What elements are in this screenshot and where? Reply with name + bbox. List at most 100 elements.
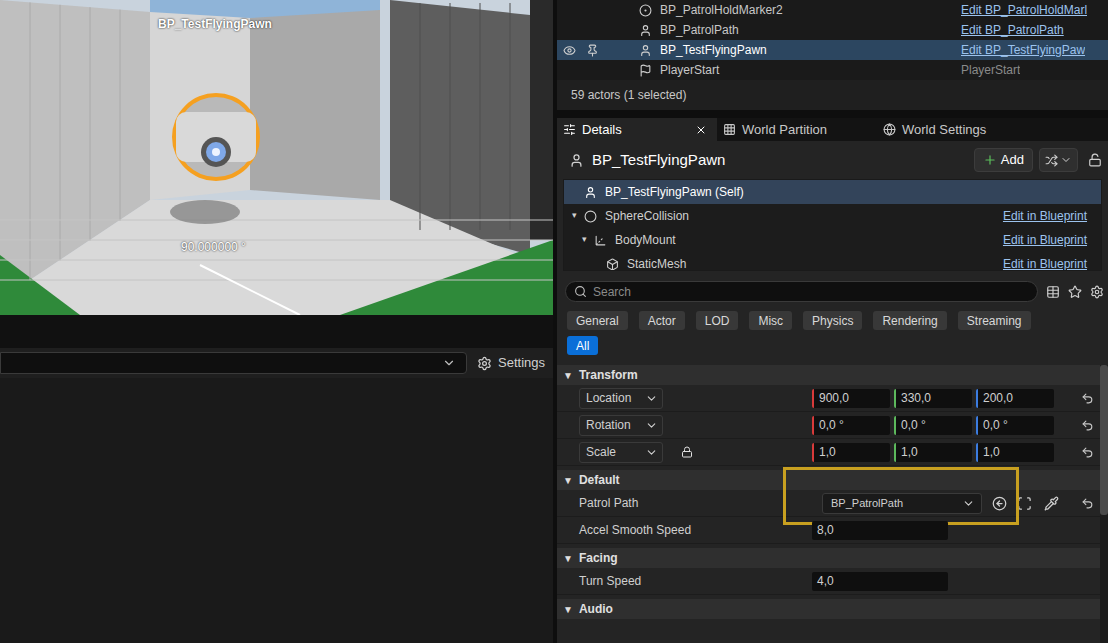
filter-chip[interactable]: Actor bbox=[639, 311, 685, 330]
property-label: Patrol Path bbox=[579, 494, 638, 512]
object-picker[interactable]: BP_PatrolPath bbox=[822, 493, 982, 514]
filter-chip[interactable]: All bbox=[567, 336, 598, 355]
component-row[interactable]: StaticMeshEdit in Blueprint bbox=[564, 252, 1101, 271]
number-field[interactable]: 4,0 bbox=[812, 572, 948, 591]
edit-in-blueprint-link[interactable]: Edit in Blueprint bbox=[1003, 255, 1087, 271]
transform-mode-dropdown[interactable]: Rotation bbox=[579, 415, 663, 436]
chevron-down-icon bbox=[442, 356, 456, 370]
edit-in-blueprint-link[interactable]: Edit in Blueprint bbox=[1003, 231, 1087, 249]
scrollbar[interactable] bbox=[1100, 365, 1108, 643]
search-icon bbox=[574, 285, 587, 298]
vector-field[interactable]: 0,0 ° bbox=[976, 416, 1054, 435]
component-icon bbox=[606, 258, 619, 271]
unlock-icon[interactable] bbox=[1088, 153, 1102, 167]
actor-icon bbox=[569, 153, 584, 168]
chevron-down-icon bbox=[962, 497, 975, 510]
blueprint-icon bbox=[1045, 154, 1058, 167]
reset-icon[interactable] bbox=[1081, 419, 1094, 432]
section-header[interactable]: ▼Audio bbox=[557, 599, 1100, 619]
reset-icon[interactable] bbox=[1081, 497, 1094, 510]
tab-icon bbox=[563, 123, 576, 136]
edit-in-blueprint-link[interactable]: Edit in Blueprint bbox=[1003, 207, 1087, 225]
vector-field[interactable]: 200,0 bbox=[976, 389, 1054, 408]
chevron-down-icon bbox=[645, 446, 658, 459]
vector-field[interactable]: 900,0 bbox=[812, 389, 890, 408]
gear-icon bbox=[477, 356, 492, 371]
outliner: BP_PatrolHoldMarker2Edit BP_PatrolHoldMa… bbox=[557, 0, 1108, 118]
filter-field[interactable] bbox=[0, 352, 467, 374]
outliner-row[interactable]: BP_TestFlyingPawnEdit BP_TestFlyingPaw bbox=[557, 40, 1108, 60]
outliner-row[interactable]: BP_PatrolPathEdit BP_PatrolPath bbox=[557, 20, 1108, 40]
chevron-down-icon bbox=[645, 419, 658, 432]
vector-field[interactable]: 1,0 bbox=[976, 443, 1054, 462]
filter-chip[interactable]: Streaming bbox=[958, 311, 1031, 330]
actor-icon bbox=[639, 44, 652, 57]
vector-field[interactable]: 1,0 bbox=[812, 443, 890, 462]
actor-type: PlayerStart bbox=[961, 61, 1020, 79]
tab[interactable]: Details bbox=[557, 118, 717, 141]
add-button[interactable]: Add bbox=[974, 148, 1033, 172]
settings-button[interactable]: Settings bbox=[477, 353, 545, 373]
vector-field[interactable]: 0,0 ° bbox=[894, 416, 972, 435]
filter-chips: General Actor LOD Misc Physics Rendering Strea… bbox=[557, 311, 1072, 355]
filter-chip[interactable]: Rendering bbox=[873, 311, 946, 330]
component-row[interactable]: BP_TestFlyingPawn (Self) bbox=[564, 180, 1101, 204]
section-header[interactable]: ▼Facing bbox=[557, 548, 1100, 568]
use-selected-icon[interactable] bbox=[992, 496, 1007, 511]
vector-field[interactable]: 330,0 bbox=[894, 389, 972, 408]
actor-icon bbox=[639, 4, 652, 17]
component-tree: BP_TestFlyingPawn (Self)▾SphereCollision… bbox=[563, 179, 1102, 271]
property-section: ▼Audio bbox=[557, 599, 1100, 619]
eye-icon[interactable] bbox=[563, 44, 576, 57]
filter-chip[interactable]: Physics bbox=[803, 311, 862, 330]
vector-field[interactable]: 1,0 bbox=[894, 443, 972, 462]
filter-chip[interactable]: General bbox=[567, 311, 628, 330]
transform-mode-dropdown[interactable]: Scale bbox=[579, 442, 663, 463]
tab-icon bbox=[883, 123, 896, 136]
pin-icon[interactable] bbox=[586, 44, 599, 57]
tab[interactable]: World Partition bbox=[717, 118, 877, 141]
tab[interactable]: World Settings bbox=[877, 118, 1047, 141]
favorites-icon[interactable] bbox=[1068, 285, 1082, 299]
search-field[interactable]: Search bbox=[565, 281, 1038, 302]
property-section: ▼Default Patrol Path BP_PatrolPath Accel Sm… bbox=[557, 470, 1100, 544]
outliner-row[interactable]: PlayerStartPlayerStart bbox=[557, 60, 1108, 80]
browse-icon[interactable] bbox=[1017, 496, 1032, 511]
actor-label: BP_TestFlyingPawn bbox=[158, 15, 272, 33]
chevron-down-icon bbox=[1060, 154, 1072, 166]
property-label: Accel Smooth Speed bbox=[579, 521, 691, 539]
reset-icon[interactable] bbox=[1081, 392, 1094, 405]
filter-chip[interactable]: LOD bbox=[696, 311, 739, 330]
property-row: Accel Smooth Speed 8,0 bbox=[557, 517, 1100, 544]
vector-field[interactable]: 0,0 ° bbox=[812, 416, 890, 435]
section-header[interactable]: ▼Transform bbox=[557, 365, 1100, 385]
level-viewport[interactable]: BP_TestFlyingPawn90.000000 ° bbox=[0, 0, 553, 315]
component-row[interactable]: ▾SphereCollisionEdit in Blueprint bbox=[564, 204, 1101, 228]
outliner-row[interactable]: BP_PatrolHoldMarker2Edit BP_PatrolHoldMa… bbox=[557, 0, 1108, 20]
picker-icon[interactable] bbox=[1044, 496, 1059, 511]
scene-render-icon bbox=[0, 0, 553, 315]
transform-mode-dropdown[interactable]: Location bbox=[579, 388, 663, 409]
gear-icon[interactable] bbox=[1090, 285, 1104, 299]
actor-icon bbox=[639, 24, 652, 37]
property-label: Turn Speed bbox=[579, 572, 641, 590]
edit-blueprint-link[interactable]: Edit BP_PatrolPath bbox=[961, 21, 1064, 39]
lock-icon[interactable] bbox=[681, 446, 693, 458]
component-icon bbox=[594, 234, 607, 247]
plus-icon bbox=[983, 153, 997, 167]
property-section: ▼Facing Turn Speed 4,0 bbox=[557, 548, 1100, 595]
reset-icon[interactable] bbox=[1081, 446, 1094, 459]
blueprint-dropdown[interactable] bbox=[1039, 148, 1078, 172]
tab-bar: DetailsWorld PartitionWorld Settings bbox=[557, 118, 1108, 141]
filter-chip[interactable]: Misc bbox=[749, 311, 792, 330]
edit-blueprint-link[interactable]: Edit BP_TestFlyingPaw bbox=[961, 41, 1085, 59]
component-row[interactable]: ▾BodyMountEdit in Blueprint bbox=[564, 228, 1101, 252]
section-header[interactable]: ▼Default bbox=[557, 470, 1100, 490]
chevron-down-icon bbox=[645, 392, 658, 405]
left-pane: BP_TestFlyingPawn90.000000 ° Settings bbox=[0, 0, 553, 643]
close-icon[interactable] bbox=[695, 124, 707, 136]
edit-blueprint-link[interactable]: Edit BP_PatrolHoldMarl bbox=[961, 1, 1087, 19]
view-options-icon[interactable] bbox=[1046, 285, 1060, 299]
unreal-editor: BP_TestFlyingPawn90.000000 ° Settings BP_P… bbox=[0, 0, 1108, 643]
number-field[interactable]: 8,0 bbox=[812, 521, 948, 540]
